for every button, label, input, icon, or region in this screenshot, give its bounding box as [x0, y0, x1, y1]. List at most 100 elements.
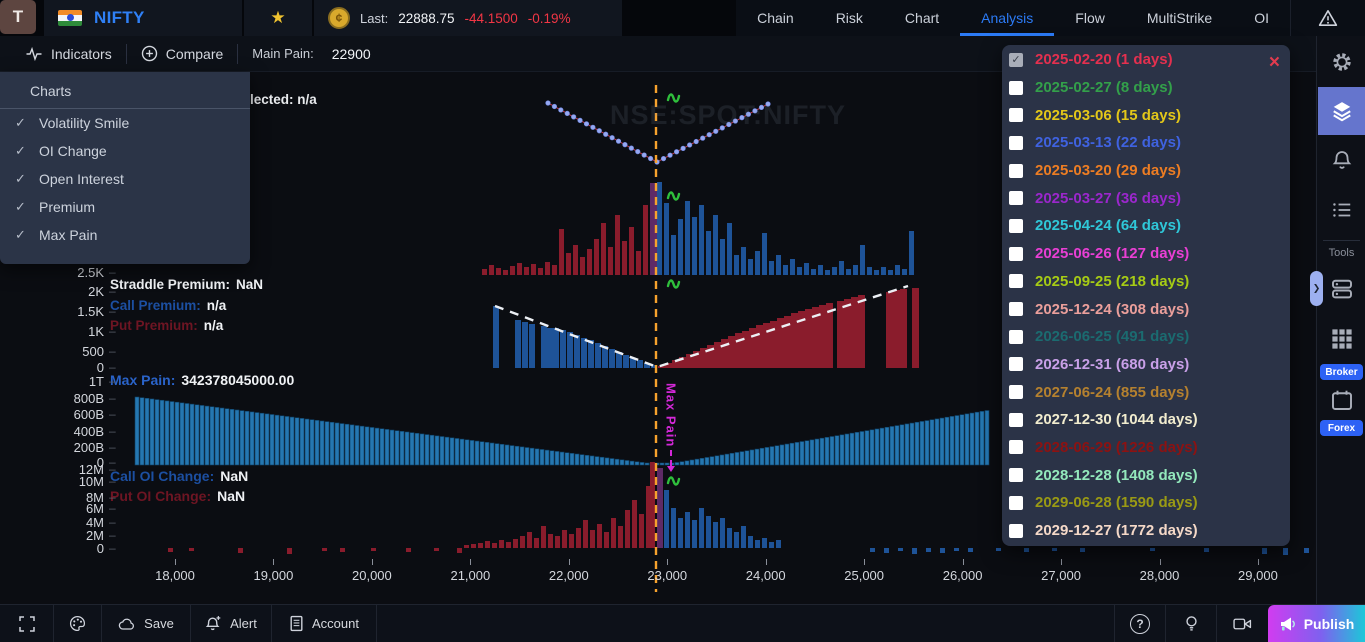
charts-menu-item-oi-change[interactable]: ✓OI Change — [0, 137, 250, 165]
expiry-checkbox[interactable] — [1009, 440, 1023, 454]
series-wave-icon — [668, 280, 679, 287]
expiry-checkbox[interactable] — [1009, 302, 1023, 316]
expiry-option[interactable]: 2025-03-27 (36 days) — [1002, 184, 1290, 212]
expiry-option[interactable]: 2028-06-29 (1226 days) — [1002, 434, 1290, 462]
expiry-checkbox[interactable] — [1009, 357, 1023, 371]
panel-collapse-handle[interactable]: ❯ — [1310, 271, 1323, 306]
theme-button[interactable] — [54, 605, 102, 642]
expiry-label: 2025-03-06 (15 days) — [1035, 107, 1181, 124]
expiry-checkbox[interactable] — [1009, 219, 1023, 233]
camera-icon — [1233, 617, 1252, 631]
expiry-option[interactable]: 2025-06-26 (127 days) — [1002, 240, 1290, 268]
alert-button[interactable]: Alert — [191, 605, 272, 642]
expiry-option[interactable]: 2025-03-20 (29 days) — [1002, 157, 1290, 185]
expiry-option[interactable]: 2026-12-31 (680 days) — [1002, 351, 1290, 379]
expiry-checkbox[interactable] — [1009, 164, 1023, 178]
publish-label: Publish — [1304, 616, 1355, 632]
expiry-checkbox[interactable] — [1009, 136, 1023, 150]
tab-chart[interactable]: Chart — [884, 0, 960, 36]
expiry-option[interactable]: 2027-06-24 (855 days) — [1002, 378, 1290, 406]
expiry-checkbox[interactable] — [1009, 496, 1023, 510]
expiry-option[interactable]: 2027-12-30 (1044 days) — [1002, 406, 1290, 434]
tab-multistrike[interactable]: MultiStrike — [1126, 0, 1233, 36]
call-oi-change-readout: Call OI Change:NaN — [110, 468, 248, 484]
expiry-option[interactable]: 2025-04-24 (64 days) — [1002, 212, 1290, 240]
indicators-button[interactable]: Indicators — [26, 46, 112, 62]
fullscreen-button[interactable] — [0, 605, 54, 642]
forex-badge[interactable]: Forex — [1320, 420, 1363, 436]
charts-menu-item-volatility-smile[interactable]: ✓Volatility Smile — [0, 109, 250, 137]
symbol-cell[interactable]: NIFTY — [44, 0, 242, 36]
tab-analysis[interactable]: Analysis — [960, 0, 1054, 36]
expiry-checkbox[interactable] — [1009, 385, 1023, 399]
toolbar-divider — [237, 44, 238, 64]
expiry-option[interactable]: 2025-12-24 (308 days) — [1002, 295, 1290, 323]
expiry-option[interactable]: 2029-06-28 (1590 days) — [1002, 489, 1290, 517]
video-button[interactable] — [1216, 605, 1268, 642]
expiry-checkbox[interactable] — [1009, 81, 1023, 95]
x-axis-tick — [766, 559, 767, 565]
settings-button[interactable] — [1317, 51, 1365, 73]
y-axis-label: 600B– — [34, 406, 116, 422]
favorite-button[interactable]: ★ — [244, 0, 312, 36]
tab-oi[interactable]: OI — [1233, 0, 1290, 36]
save-button[interactable]: Save — [102, 605, 191, 642]
expiry-checkbox[interactable] — [1009, 524, 1023, 538]
expiry-checkbox[interactable] — [1009, 468, 1023, 482]
india-flag-icon — [58, 10, 82, 26]
expiry-checkbox[interactable] — [1009, 247, 1023, 261]
tab-flow[interactable]: Flow — [1054, 0, 1126, 36]
notifications-button[interactable] — [1317, 149, 1365, 171]
rows-icon — [1330, 277, 1354, 301]
put-oi-change-readout: Put OI Change:NaN — [110, 488, 245, 504]
expiry-label: 2025-03-27 (36 days) — [1035, 190, 1181, 207]
y-axis-label: 500– — [34, 343, 116, 359]
ideas-button[interactable] — [1165, 605, 1216, 642]
expiry-label: 2028-06-29 (1226 days) — [1035, 439, 1198, 456]
charts-menu-item-max-pain[interactable]: ✓Max Pain — [0, 221, 250, 249]
account-button[interactable]: Account — [272, 605, 377, 642]
publish-button[interactable]: Publish — [1268, 605, 1365, 642]
charts-menu-item-open-interest[interactable]: ✓Open Interest — [0, 165, 250, 193]
tab-chain[interactable]: Chain — [736, 0, 815, 36]
main-pain-value: 22900 — [332, 46, 371, 62]
expiry-checkbox[interactable] — [1009, 108, 1023, 122]
x-axis-label: 25,000 — [844, 568, 884, 583]
expiry-option[interactable]: ✓2025-02-20 (1 days) — [1002, 46, 1290, 74]
expiry-checkbox[interactable] — [1009, 330, 1023, 344]
expiry-label: 2029-06-28 (1590 days) — [1035, 494, 1198, 511]
expiry-option[interactable]: 2025-03-13 (22 days) — [1002, 129, 1290, 157]
broker-badge[interactable]: Broker — [1320, 364, 1363, 380]
series-wave-icon — [668, 477, 679, 484]
alerts-button[interactable] — [1290, 0, 1365, 36]
compare-button[interactable]: Compare — [141, 45, 224, 62]
expiry-option[interactable]: 2025-02-27 (8 days) — [1002, 74, 1290, 102]
apps-grid-button[interactable] — [1317, 328, 1365, 350]
charts-menu-item-premium[interactable]: ✓Premium — [0, 193, 250, 221]
expiry-label: 2027-12-30 (1044 days) — [1035, 411, 1198, 428]
expiry-option[interactable]: 2025-09-25 (218 days) — [1002, 268, 1290, 296]
expiry-option[interactable]: 2025-03-06 (15 days) — [1002, 101, 1290, 129]
expiry-checkbox[interactable] — [1009, 413, 1023, 427]
calendar-button[interactable] — [1317, 388, 1365, 412]
tab-risk[interactable]: Risk — [815, 0, 884, 36]
expiry-checkbox[interactable] — [1009, 191, 1023, 205]
expiry-selector-panel: × ✓2025-02-20 (1 days)2025-02-27 (8 days… — [1002, 45, 1290, 546]
palette-icon — [69, 615, 86, 632]
expiry-option[interactable]: 2026-06-25 (491 days) — [1002, 323, 1290, 351]
charts-menu-item-label: OI Change — [39, 143, 107, 159]
close-icon[interactable]: × — [1269, 53, 1280, 72]
watchlist-button[interactable] — [1317, 199, 1365, 221]
app-logo[interactable]: T — [0, 0, 36, 34]
expiry-checkbox[interactable]: ✓ — [1009, 53, 1023, 67]
charts-menu-item-label: Open Interest — [39, 171, 124, 187]
expiry-option[interactable]: 2028-12-28 (1408 days) — [1002, 461, 1290, 489]
layers-button-active[interactable] — [1318, 87, 1365, 135]
put-premium-readout: Put Premium:n/a — [110, 318, 223, 333]
expiry-label: 2025-03-13 (22 days) — [1035, 134, 1181, 151]
expiry-option[interactable]: 2029-12-27 (1772 days) — [1002, 517, 1290, 545]
server-tool-button[interactable] — [1317, 277, 1365, 301]
y-axis-label: 1.5K– — [34, 303, 116, 319]
expiry-checkbox[interactable] — [1009, 274, 1023, 288]
help-button[interactable]: ? — [1114, 605, 1165, 642]
